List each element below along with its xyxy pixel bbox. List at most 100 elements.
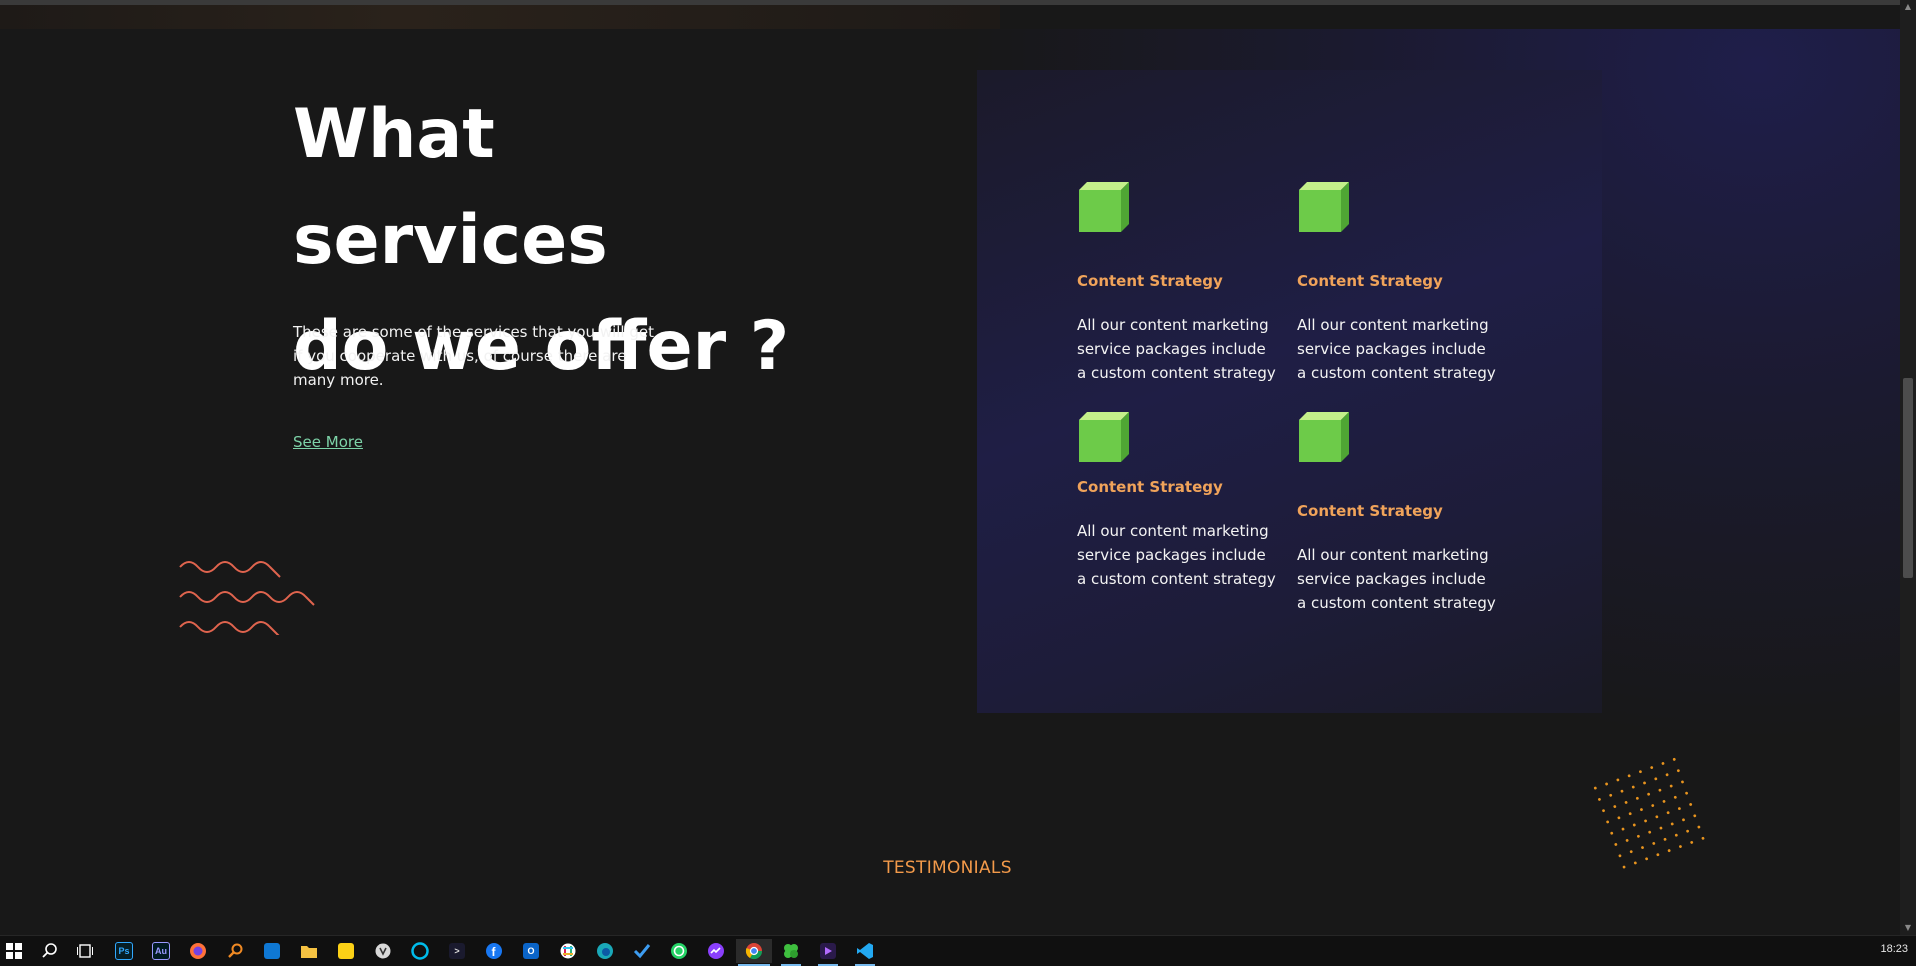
service-description: All our content marketing service packag…	[1297, 546, 1496, 612]
service-description: All our content marketing service packag…	[1297, 316, 1496, 382]
decoration-dot	[1629, 850, 1633, 854]
decoration-dot	[1670, 822, 1674, 826]
decoration-dot	[1655, 815, 1659, 819]
decoration-dot	[1693, 814, 1697, 818]
decoration-dot	[1661, 762, 1665, 765]
clover-icon[interactable]	[779, 939, 803, 966]
page-scrollbar[interactable]: ▲ ▼	[1900, 0, 1916, 935]
decoration-dot	[1613, 805, 1617, 808]
scroll-down-icon[interactable]: ▼	[1900, 921, 1916, 935]
facebook-icon[interactable]: f	[482, 939, 506, 963]
edge-icon[interactable]	[593, 939, 617, 963]
green-cube-icon	[1299, 412, 1349, 462]
green-cube-icon	[1299, 182, 1349, 232]
service-title: Content Strategy	[1297, 272, 1443, 290]
service-title: Content Strategy	[1297, 502, 1443, 520]
decoration-dot	[1654, 777, 1658, 781]
service-title: Content Strategy	[1077, 272, 1223, 290]
taskbar-clock[interactable]: 18:23	[1880, 943, 1908, 955]
decoration-dot	[1656, 853, 1660, 857]
audition-icon[interactable]: Au	[149, 939, 173, 963]
decoration-dot	[1624, 801, 1628, 804]
search-icon[interactable]	[38, 939, 62, 963]
outlook-icon[interactable]: O	[519, 939, 543, 963]
decoration-dot	[1677, 807, 1681, 810]
decoration-dot	[1672, 757, 1676, 761]
decoration-dot	[1659, 826, 1663, 830]
decoration-dot	[1627, 774, 1631, 778]
decoration-dot	[1652, 842, 1656, 845]
windows-start-icon[interactable]	[2, 939, 26, 963]
section-title-line-1: What services	[293, 95, 608, 280]
todo-icon[interactable]	[630, 939, 654, 963]
store-icon[interactable]	[260, 939, 284, 963]
decoration-dot	[1593, 786, 1597, 790]
scroll-up-icon[interactable]: ▲	[1900, 0, 1916, 14]
terminal-icon[interactable]: >	[445, 939, 469, 963]
decoration-dot	[1598, 797, 1601, 801]
services-panel: Content Strategy All our content marketi…	[977, 70, 1602, 713]
decoration-dot	[1625, 838, 1629, 842]
decoration-dot	[1666, 811, 1670, 815]
decoration-dot	[1635, 796, 1639, 800]
whatsapp-icon[interactable]	[667, 939, 691, 963]
file-explorer-icon[interactable]	[297, 939, 321, 963]
decoration-dot	[1690, 841, 1694, 844]
decoration-dot	[1631, 785, 1635, 789]
decoration-dot	[1606, 820, 1610, 824]
decoration-dot	[1651, 804, 1655, 807]
webex-icon[interactable]	[408, 939, 432, 963]
decoration-dot	[1676, 769, 1680, 773]
firefox-icon[interactable]	[186, 939, 210, 963]
sticky-notes-icon[interactable]	[334, 939, 358, 963]
service-card: Content Strategy All our content marketi…	[1297, 180, 1497, 382]
vscode-icon[interactable]	[853, 939, 877, 966]
chrome-icon[interactable]	[736, 939, 772, 966]
testimonials-heading: TESTIMONIALS	[883, 858, 1012, 878]
decoration-dot	[1614, 843, 1618, 846]
service-card: Content Strategy All our content marketi…	[1297, 410, 1497, 612]
decoration-dot	[1658, 788, 1662, 792]
decoration-dot	[1609, 793, 1613, 797]
previous-section-edge	[0, 5, 1000, 29]
decoration-dot	[1648, 830, 1652, 834]
decoration-dot	[1628, 812, 1632, 816]
photoshop-icon[interactable]: Ps	[112, 939, 136, 963]
service-card: Content Strategy All our content marketi…	[1077, 410, 1277, 610]
decoration-dot	[1650, 766, 1654, 769]
decoration-dot	[1701, 836, 1705, 840]
decoration-dot	[1665, 773, 1669, 777]
service-description: All our content marketing service packag…	[1077, 522, 1276, 588]
decoration-dot	[1647, 792, 1651, 796]
decoration-dot	[1641, 846, 1644, 849]
decoration-dot	[1663, 837, 1667, 841]
decoration-dot	[1632, 823, 1636, 827]
decoration-dot	[1673, 795, 1677, 799]
decoration-dot	[1686, 829, 1690, 833]
decoration-dot	[1682, 818, 1685, 822]
decoration-dot	[1662, 800, 1666, 803]
decoration-dot	[1636, 834, 1640, 838]
service-title: Content Strategy	[1077, 478, 1223, 496]
decoration-dot	[1674, 833, 1678, 837]
decoration-dot	[1640, 808, 1643, 812]
decoration-dot	[1667, 849, 1671, 853]
decoration-dot	[1681, 780, 1684, 784]
decoration-dot	[1644, 819, 1647, 823]
app-icon[interactable]	[371, 939, 395, 963]
decoration-dot	[1697, 825, 1701, 829]
decoration-dot	[1620, 789, 1624, 793]
slack-icon[interactable]	[556, 939, 580, 963]
search-tool-icon[interactable]	[223, 939, 247, 963]
green-cube-icon	[1079, 182, 1129, 232]
see-more-link[interactable]: See More	[293, 433, 363, 451]
decoration-dot	[1616, 778, 1620, 782]
task-view-icon[interactable]	[73, 939, 97, 963]
video-editor-icon[interactable]	[816, 939, 840, 966]
scrollbar-thumb[interactable]	[1903, 378, 1913, 578]
decoration-dot	[1679, 845, 1682, 848]
section-description: These are some of the services that you …	[293, 323, 654, 389]
messenger-icon[interactable]	[704, 939, 728, 963]
wave-decoration-icon	[179, 561, 315, 635]
service-description: All our content marketing service packag…	[1077, 316, 1276, 382]
